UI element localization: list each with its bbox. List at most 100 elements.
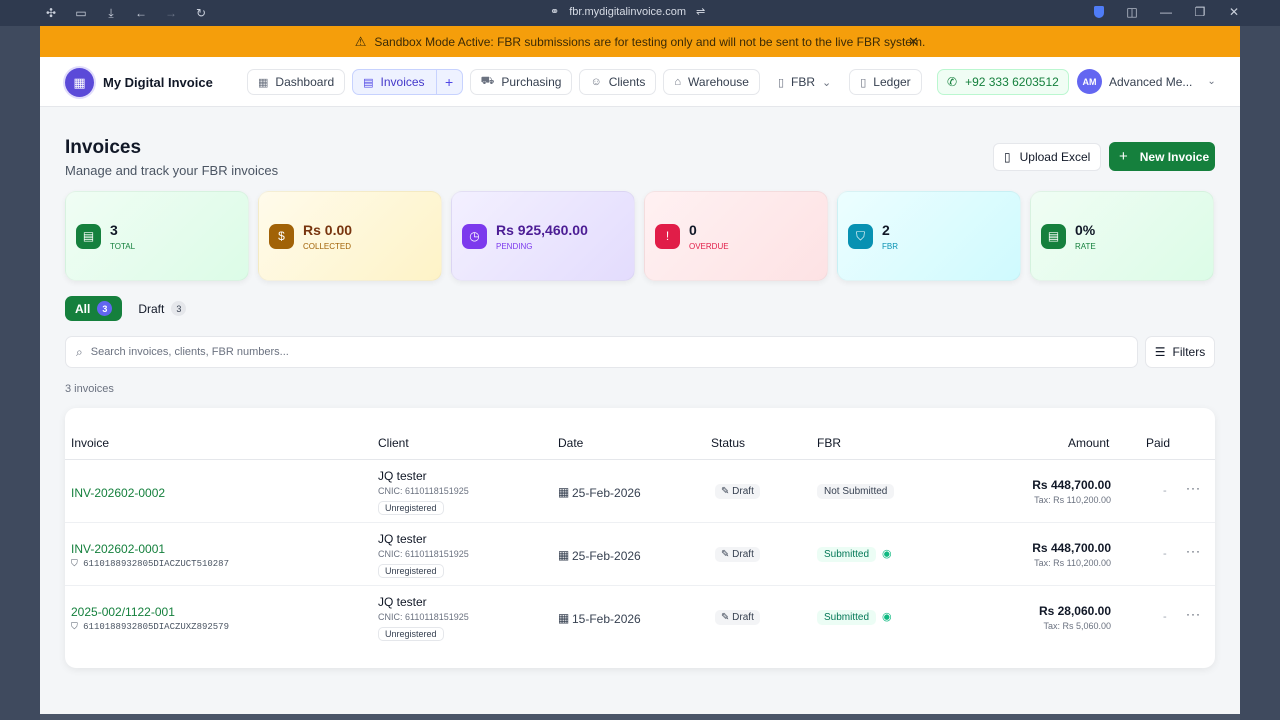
invoice-number[interactable]: INV-202602-0002 (71, 486, 165, 500)
eye-icon[interactable]: ◉ (882, 547, 892, 560)
fbr-status-badge: Submitted (817, 547, 877, 562)
stat-card-collected[interactable]: $ Rs 0.00 COLLECTED (258, 191, 442, 281)
stat-card-fbr[interactable]: ⛉ 2 FBR (837, 191, 1021, 281)
clock-icon: ◷ (462, 223, 487, 249)
invoice-tax: Tax: Rs 5,060.00 (1043, 621, 1111, 631)
tab-count: 3 (97, 301, 113, 316)
stat-card-overdue[interactable]: ! 0 OVERDUE (644, 191, 828, 281)
alert-icon: ! (655, 223, 680, 249)
user-menu[interactable]: AM Advanced Me... ⌄ (1077, 69, 1216, 94)
stat-value: Rs 925,460.00 (496, 221, 588, 238)
nav-label: Invoices (380, 75, 425, 89)
calendar-icon: ▦ (558, 548, 570, 562)
upload-excel-button[interactable]: ▯ Upload Excel (993, 143, 1102, 171)
cart-icon: ⛟ (480, 75, 495, 87)
warning-icon: ⚠ (354, 33, 367, 49)
more-actions-icon[interactable]: ··· (1186, 544, 1201, 558)
nav-item-purchasing[interactable]: ⛟ Purchasing (469, 69, 573, 95)
phone-number: +92 333 6203512 (965, 75, 1059, 89)
forward-icon[interactable]: → (165, 7, 177, 19)
document-icon: ▤ (363, 76, 374, 89)
split-view-icon[interactable]: ◫ (1126, 6, 1138, 18)
sidebar-toggle-icon[interactable]: ▭ (75, 7, 87, 19)
fbr-number: ⛉ 6110188932805DIACZUCT510287 (71, 559, 229, 569)
brand[interactable]: ▦ My Digital Invoice (65, 68, 213, 97)
search-box: ⌕ (65, 336, 1138, 368)
client-name: JQ tester (378, 595, 427, 609)
new-invoice-button[interactable]: + New Invoice (1109, 142, 1215, 171)
col-status[interactable]: Status (711, 436, 745, 450)
search-input[interactable] (90, 346, 1041, 358)
nav-item-ledger[interactable]: ▯ Ledger (849, 69, 922, 95)
col-client[interactable]: Client (378, 436, 409, 450)
col-paid[interactable]: Paid (1146, 436, 1170, 450)
reload-icon[interactable]: ↻ (195, 7, 207, 19)
fbr-status-badge: Submitted (817, 610, 877, 625)
col-fbr[interactable]: FBR (817, 436, 841, 450)
restore-icon[interactable]: ❐ (1194, 6, 1206, 18)
app-page: ⚠ Sandbox Mode Active: FBR submissions a… (40, 26, 1240, 714)
status-badge: ✎ Draft (715, 610, 760, 625)
col-date[interactable]: Date (558, 436, 583, 450)
nav-item-fbr[interactable]: ▯ FBR ⌄ (766, 69, 843, 95)
eye-icon[interactable]: ◉ (882, 610, 892, 623)
back-icon[interactable]: ← (135, 7, 147, 19)
browser-side-rail (0, 26, 40, 720)
stat-value: 0% (1075, 221, 1096, 238)
tab-draft[interactable]: Draft 3 (134, 296, 190, 321)
invoice-number[interactable]: 2025-002/1122-001 (71, 605, 175, 619)
minimize-icon[interactable]: — (1160, 6, 1172, 18)
client-cnic: CNIC: 6110118151925 (378, 612, 469, 622)
table-row[interactable]: INV-202602-0001 ⛉ 6110188932805DIACZUCT5… (65, 523, 1215, 586)
nav-label: Clients (608, 75, 646, 89)
status-text: Draft (732, 549, 754, 560)
grid-icon: ▦ (258, 76, 269, 89)
brand-name: My Digital Invoice (103, 75, 213, 90)
nav-items: ▦ Dashboard ▤ Invoices + ⛟ Purchasing ☺ … (247, 69, 922, 95)
table-row[interactable]: 2025-002/1122-001 ⛉ 6110188932805DIACZUX… (65, 586, 1215, 649)
app-logo-icon[interactable]: ✣ (45, 7, 57, 19)
nav-item-clients[interactable]: ☺ Clients (579, 69, 657, 95)
invoice-date: 25-Feb-2026 (572, 486, 641, 500)
stat-card-pending[interactable]: ◷ Rs 925,460.00 PENDING (451, 191, 635, 281)
col-invoice[interactable]: Invoice (71, 436, 109, 450)
download-icon[interactable]: ⤓ (105, 7, 117, 19)
stat-card-rate[interactable]: ▤ 0% RATE (1030, 191, 1214, 281)
invoice-date: 25-Feb-2026 (572, 549, 641, 563)
registration-badge: Unregistered (378, 627, 444, 641)
nav-item-invoices[interactable]: ▤ Invoices + (352, 69, 463, 95)
address-bar[interactable]: ⚭ fbr.mydigitalinvoice.com ⇌ (550, 5, 705, 19)
add-invoice-icon[interactable]: + (435, 70, 462, 94)
invoice-number[interactable]: INV-202602-0001 (71, 542, 165, 556)
invoices-table: Invoice Client Date Status FBR Amount Pa… (65, 408, 1215, 668)
building-icon: ▦ (65, 68, 94, 97)
nav-item-warehouse[interactable]: ⌂ Warehouse (663, 69, 760, 95)
url-text: fbr.mydigitalinvoice.com (569, 5, 686, 18)
nav-item-dashboard[interactable]: ▦ Dashboard (247, 69, 346, 95)
stat-card-total[interactable]: ▤ 3 TOTAL (65, 191, 249, 281)
more-actions-icon[interactable]: ··· (1186, 607, 1201, 621)
banner-close-icon[interactable]: ✕ (908, 34, 919, 50)
table-row[interactable]: INV-202602-0002 JQ tester CNIC: 61101181… (65, 460, 1215, 523)
privacy-shield-icon[interactable] (1094, 6, 1104, 18)
stat-label: OVERDUE (689, 241, 729, 251)
book-icon: ▯ (860, 76, 867, 89)
paid-value: - (1163, 485, 1167, 497)
fbr-number-text: 6110188932805DIACZUCT510287 (83, 559, 229, 569)
stat-label: COLLECTED (303, 241, 352, 251)
more-actions-icon[interactable]: ··· (1186, 481, 1201, 495)
stat-value: 3 (110, 221, 118, 238)
tab-all[interactable]: All 3 (65, 296, 123, 321)
phone-button[interactable]: ✆ +92 333 6203512 (937, 69, 1069, 95)
col-amount[interactable]: Amount (1068, 436, 1109, 450)
close-window-icon[interactable]: ✕ (1228, 6, 1240, 18)
filters-button[interactable]: ☰ Filters (1145, 336, 1215, 368)
phone-icon: ✆ (947, 75, 958, 89)
fbr-status-badge: Not Submitted (817, 484, 895, 499)
tune-icon[interactable]: ⇌ (696, 5, 705, 18)
file-icon: ▯ (1004, 150, 1011, 164)
chevron-down-icon: ⌄ (1207, 76, 1216, 87)
stat-value: Rs 0.00 (303, 221, 353, 238)
status-text: Draft (732, 612, 754, 623)
tab-label: All (75, 301, 91, 316)
